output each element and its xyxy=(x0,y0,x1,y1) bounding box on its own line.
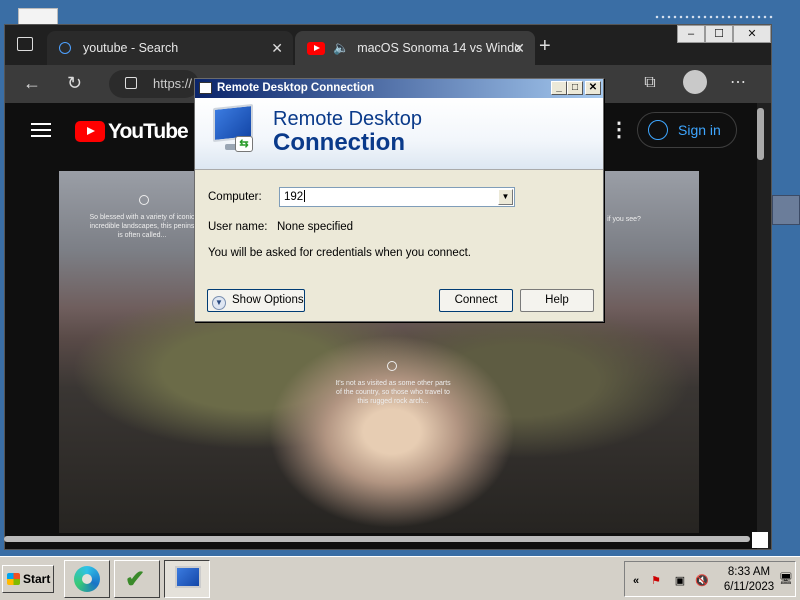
lock-icon[interactable] xyxy=(125,77,137,89)
horizontal-scrollbar[interactable] xyxy=(4,536,750,542)
credentials-info: You will be asked for credentials when y… xyxy=(208,247,471,259)
rdp-title: Remote Desktop Connection xyxy=(217,82,375,94)
rdp-icon xyxy=(175,566,201,588)
rdp-app-icon xyxy=(199,82,212,94)
edge-icon xyxy=(74,566,100,592)
menu-icon[interactable] xyxy=(31,123,51,137)
search-icon xyxy=(387,361,397,371)
username-value: None specified xyxy=(277,221,354,233)
more-options-icon[interactable]: ⋮ xyxy=(609,117,629,142)
taskbar-tool[interactable]: ✔ xyxy=(114,560,160,598)
user-icon xyxy=(648,120,668,140)
sign-in-label: Sign in xyxy=(678,122,721,138)
rdp-close-button[interactable]: ✕ xyxy=(585,81,601,95)
sign-in-button[interactable]: Sign in xyxy=(637,112,737,148)
tray-expand-icon[interactable]: « xyxy=(629,574,643,588)
close-window-button[interactable]: ✕ xyxy=(733,25,771,43)
vertical-scrollbar[interactable] xyxy=(757,108,764,160)
video-caption: It's not as visited as some other parts … xyxy=(335,380,451,405)
url-text: https:// xyxy=(153,76,193,91)
tab-actions-icon[interactable] xyxy=(17,37,33,51)
connect-arrow-icon: ⇆ xyxy=(235,136,253,152)
help-button[interactable]: Help xyxy=(520,289,594,312)
text-caret xyxy=(304,190,306,202)
rdp-banner: ⇆ Remote Desktop Connection xyxy=(195,98,603,170)
tab-youtube-search[interactable]: youtube - Search ✕ xyxy=(47,31,293,65)
new-tab-button[interactable]: + xyxy=(539,35,551,58)
taskbar: Start ✔ « ⚑ ▣ 🔇 8:33 AM 6/11/2023 🖥 xyxy=(0,556,800,600)
youtube-brand[interactable]: YouTube xyxy=(108,120,189,144)
taskbar-edge[interactable] xyxy=(64,560,110,598)
tab-bar: youtube - Search ✕ 🔈 macOS Sonoma 14 vs … xyxy=(5,25,771,65)
desktop-background-pattern xyxy=(654,15,774,19)
dropdown-arrow-icon[interactable]: ▼ xyxy=(498,189,513,205)
windows-logo-icon xyxy=(7,573,20,585)
rdp-titlebar[interactable]: Remote Desktop Connection _ □ ✕ xyxy=(195,79,603,98)
banner-title-line1: Remote Desktop xyxy=(273,108,422,130)
video-caption: So blessed with a variety of iconic incr… xyxy=(89,214,195,239)
youtube-logo-icon[interactable] xyxy=(75,121,105,142)
rdp-minimize-button[interactable]: _ xyxy=(551,81,567,95)
tab-macos-sonoma[interactable]: 🔈 macOS Sonoma 14 vs Windo ✕ xyxy=(295,31,535,65)
network-icon[interactable]: ▣ xyxy=(673,574,687,588)
chevron-down-icon: ▼ xyxy=(212,296,226,310)
speaker-icon[interactable]: 🔈 xyxy=(333,40,349,56)
refresh-icon[interactable]: ↻ xyxy=(67,73,82,94)
youtube-favicon-icon xyxy=(307,41,325,55)
show-options-label: Show Options xyxy=(232,294,304,306)
system-tray: « ⚑ ▣ 🔇 8:33 AM 6/11/2023 🖥 xyxy=(624,561,796,597)
video-caption: if you see? xyxy=(607,216,641,223)
show-options-button[interactable]: ▼ Show Options xyxy=(207,289,305,312)
desktop-icon[interactable]: 🖥 xyxy=(779,572,793,586)
profile-avatar[interactable] xyxy=(683,70,707,94)
rdp-maximize-button[interactable]: □ xyxy=(567,81,583,95)
search-icon xyxy=(139,195,149,205)
desktop-side-icon[interactable] xyxy=(772,195,800,225)
computer-label: Computer: xyxy=(208,191,262,203)
tool-icon: ✔ xyxy=(125,566,146,593)
back-icon[interactable]: ← xyxy=(23,73,41,94)
clock-date[interactable]: 6/11/2023 xyxy=(719,581,779,593)
computer-value: 192 xyxy=(284,191,304,203)
taskbar-rdp[interactable] xyxy=(164,560,210,598)
maximize-button[interactable]: ☐ xyxy=(705,25,733,43)
more-menu-icon[interactable]: ⋯ xyxy=(727,72,749,94)
tab-label: macOS Sonoma 14 vs Windo xyxy=(357,41,522,55)
collections-icon[interactable]: ⧉ xyxy=(639,72,661,94)
banner-title-line2: Connection xyxy=(273,129,405,156)
flag-alert-icon[interactable]: ⚑ xyxy=(649,574,663,588)
minimize-button[interactable]: ‒ xyxy=(677,25,705,43)
volume-muted-icon[interactable]: 🔇 xyxy=(695,574,709,588)
start-button[interactable]: Start xyxy=(2,565,54,593)
computer-input[interactable]: 192 ▼ xyxy=(279,187,515,207)
username-label: User name: xyxy=(208,221,268,233)
tab-label: youtube - Search xyxy=(83,41,179,55)
close-tab-icon[interactable]: ✕ xyxy=(513,40,525,57)
close-tab-icon[interactable]: ✕ xyxy=(271,40,283,57)
url-field[interactable]: https:// xyxy=(109,70,199,98)
clock-time[interactable]: 8:33 AM xyxy=(719,566,779,578)
scroll-corner xyxy=(752,532,768,548)
connect-button[interactable]: Connect xyxy=(439,289,513,312)
search-icon xyxy=(59,42,71,54)
rdp-dialog: Remote Desktop Connection _ □ ✕ ⇆ Remote… xyxy=(194,78,604,322)
start-label: Start xyxy=(23,572,51,586)
